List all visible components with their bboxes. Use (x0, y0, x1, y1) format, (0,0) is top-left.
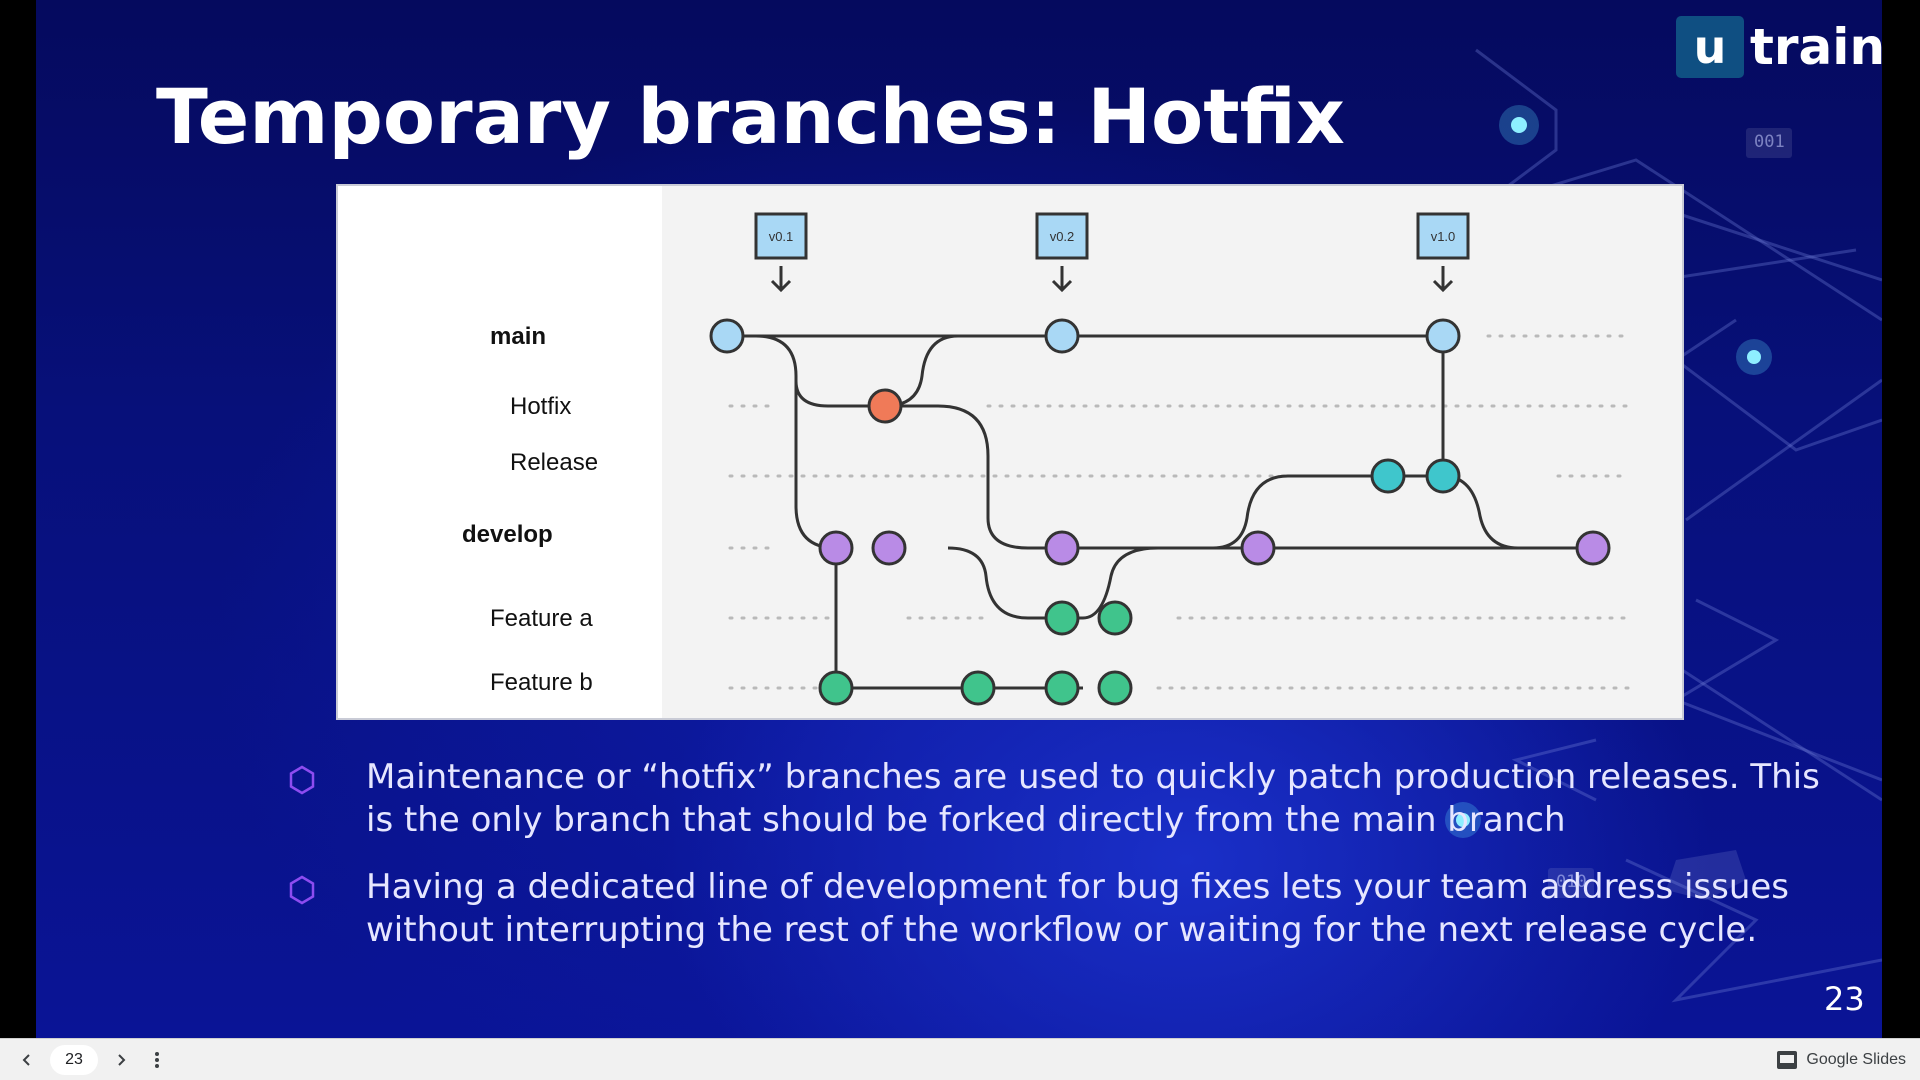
arrow-down-icon (1432, 266, 1454, 293)
version-tags: v0.1 v0.2 v1.0 (754, 212, 1470, 293)
commit-node-develop (1240, 530, 1276, 566)
logo-box: u (1676, 16, 1744, 78)
version-tag: v1.0 (1416, 212, 1470, 293)
deco-code-label: 001 (1754, 132, 1785, 152)
hexagon-bullet-icon (289, 875, 315, 905)
version-tag-label: v0.1 (769, 229, 794, 244)
bullet-item: Having a dedicated line of development f… (246, 866, 1826, 952)
diagram-graphic: v0.1 v0.2 v1.0 main Hotfix Release devel… (462, 212, 1630, 706)
version-tag-label: v0.2 (1050, 229, 1075, 244)
previous-slide-button[interactable] (12, 1045, 42, 1075)
branch-lines (727, 334, 1588, 690)
utrain-logo: u train (1676, 16, 1882, 78)
branch-label-develop: develop (462, 521, 553, 548)
page-number-field[interactable]: 23 (50, 1045, 98, 1075)
branch-labels: main Hotfix Release develop Feature a Fe… (462, 323, 598, 696)
bullet-list: Maintenance or “hotfix” branches are use… (246, 756, 1826, 976)
commit-node-feature-a (1044, 600, 1080, 636)
commit-node-feature-a (1097, 600, 1133, 636)
commit-node-develop (1044, 530, 1080, 566)
google-slides-link[interactable]: Google Slides (1776, 1045, 1906, 1075)
commit-node-feature-b (1097, 670, 1133, 706)
commit-node-develop (1575, 530, 1611, 566)
brand-label: Google Slides (1806, 1051, 1906, 1068)
arrow-down-icon (1051, 266, 1073, 293)
commit-node-main (1425, 318, 1461, 354)
arrow-down-icon (770, 266, 792, 293)
logo-text: train (1750, 18, 1882, 76)
commit-node-feature-b (818, 670, 854, 706)
version-tag-label: v1.0 (1431, 229, 1456, 244)
bullet-text: Maintenance or “hotfix” branches are use… (366, 757, 1820, 840)
commit-node-release (1370, 458, 1406, 494)
version-tag: v0.1 (754, 212, 808, 293)
more-vertical-icon (155, 1052, 159, 1068)
branch-label-feature-b: Feature b (490, 669, 593, 696)
commit-node-main (709, 318, 745, 354)
chevron-right-icon (118, 1054, 126, 1066)
next-slide-button[interactable] (106, 1045, 136, 1075)
commit-node-main (1044, 318, 1080, 354)
commit-nodes (709, 318, 1611, 706)
commit-node-feature-b (1044, 670, 1080, 706)
version-tag: v0.2 (1035, 212, 1089, 293)
presentation-toolbar: 23 Google Slides (0, 1038, 1920, 1080)
commit-node-hotfix (867, 388, 903, 424)
branch-label-release: Release (510, 449, 598, 476)
slide: 001 010 Temporary branches: Hotfix u tra… (36, 0, 1882, 1038)
chevron-left-icon (22, 1054, 30, 1066)
branch-label-main: main (490, 323, 546, 350)
bullet-text: Having a dedicated line of development f… (366, 867, 1790, 950)
more-options-button[interactable] (142, 1045, 172, 1075)
hexagon-bullet-icon (289, 765, 315, 795)
commit-node-develop (818, 530, 854, 566)
commit-node-develop (871, 530, 907, 566)
slides-icon (1777, 1051, 1798, 1069)
branch-label-feature-a: Feature a (490, 605, 593, 632)
gitflow-diagram: v0.1 v0.2 v1.0 main Hotfix Release devel… (336, 184, 1684, 720)
branch-guide-lines (728, 334, 1630, 690)
slide-number: 23 (1824, 980, 1865, 1018)
bullet-item: Maintenance or “hotfix” branches are use… (246, 756, 1826, 842)
slide-title: Temporary branches: Hotfix (156, 72, 1345, 161)
commit-node-feature-b (960, 670, 996, 706)
commit-node-release (1425, 458, 1461, 494)
branch-label-hotfix: Hotfix (510, 393, 571, 420)
